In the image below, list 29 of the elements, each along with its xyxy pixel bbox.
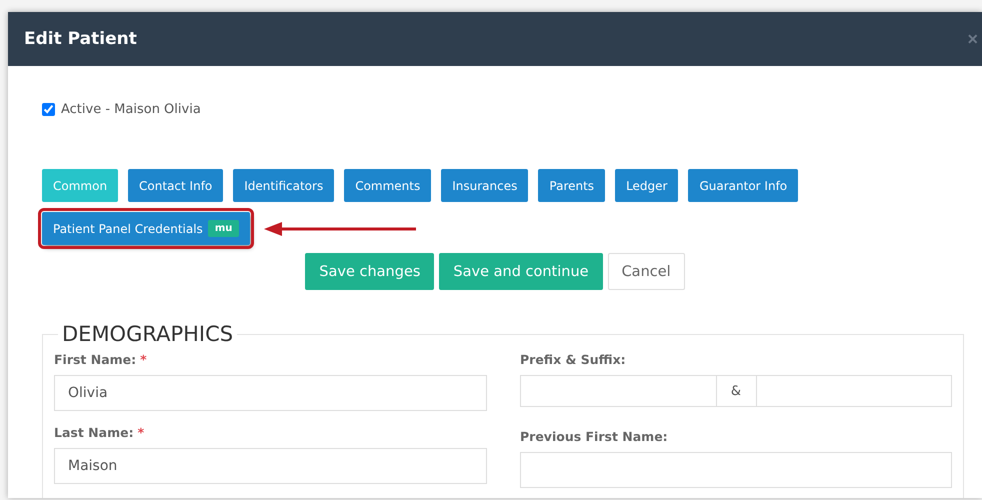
cancel-button[interactable]: Cancel (608, 253, 685, 290)
field-label: Previous First Name: (520, 429, 668, 444)
window-title: Edit Patient (24, 29, 137, 49)
text-field[interactable]: Olivia (54, 375, 487, 411)
text-field[interactable]: Maison (54, 448, 487, 484)
checkbox-label: Active - Maison Olivia (61, 102, 201, 117)
text-field[interactable] (520, 452, 952, 488)
field-label: Prefix & Suffix: (520, 352, 626, 367)
required-mark: * (140, 352, 147, 367)
tab[interactable]: Ledger (615, 169, 678, 202)
tab[interactable]: Patient Panel Credentials mu (42, 212, 250, 245)
tab[interactable]: Comments (344, 169, 432, 202)
section-title: DEMOGRAPHICS (61, 322, 234, 346)
field-label: Last Name: (54, 425, 134, 440)
save-button[interactable]: Save changes (305, 253, 434, 290)
tab[interactable]: Guarantor Info (688, 169, 798, 202)
required-mark: * (138, 425, 144, 440)
save-button[interactable]: Save and continue (439, 253, 603, 290)
field-label: First Name: (54, 352, 136, 367)
tab[interactable]: Parents (538, 169, 606, 202)
badge: mu (208, 220, 240, 237)
close-button[interactable]: × (967, 28, 978, 50)
tab[interactable]: Contact Info (128, 169, 224, 202)
tab[interactable]: Identificators (233, 169, 334, 202)
suffix-field[interactable] (756, 375, 952, 407)
tab[interactable]: Common (42, 169, 118, 202)
tab[interactable]: Insurances (441, 169, 528, 202)
prefix-field[interactable] (520, 375, 716, 407)
active-checkbox[interactable] (42, 103, 55, 116)
